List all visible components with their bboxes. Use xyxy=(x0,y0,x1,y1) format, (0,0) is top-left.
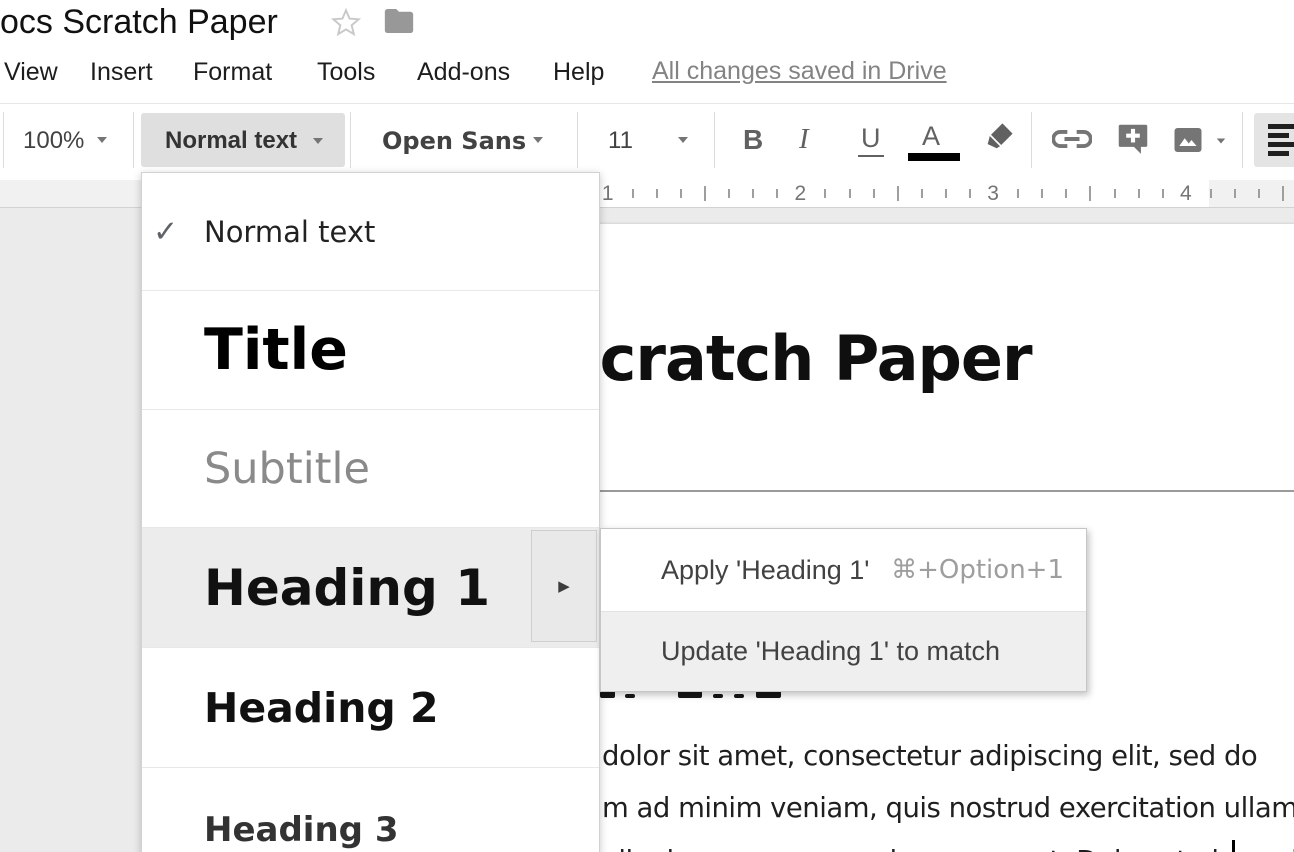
header: ocs Scratch Paper View Insert Format Too… xyxy=(0,0,1294,180)
italic-button[interactable]: I xyxy=(799,123,809,156)
update-heading1-label: Update 'Heading 1' to match xyxy=(661,636,1000,667)
document-title-field[interactable]: ocs Scratch Paper xyxy=(0,3,278,42)
menu-tools[interactable]: Tools xyxy=(317,58,375,87)
body-text-line[interactable]: aliquip ex ea commodo consequat. Duis au… xyxy=(602,845,1294,852)
styles-select-value: Normal text xyxy=(165,127,297,155)
align-left-icon xyxy=(1268,124,1294,156)
submenu-arrow-icon: ▶ xyxy=(558,577,570,595)
apply-heading1-item[interactable]: Apply 'Heading 1' ⌘+Option+1 xyxy=(601,529,1086,612)
insert-image-icon[interactable] xyxy=(1170,122,1206,163)
styles-dropdown-menu: ✓ Normal text Title Subtitle Heading 1 ▶… xyxy=(141,172,600,852)
text-cursor xyxy=(1232,840,1235,852)
toolbar-separator xyxy=(714,112,715,168)
underline-button[interactable]: U xyxy=(858,123,884,157)
styles-select[interactable]: Normal text xyxy=(141,113,345,167)
dropdown-arrow-icon[interactable] xyxy=(1217,138,1226,143)
toolbar-separator xyxy=(1031,112,1032,168)
heading1-submenu-button[interactable]: ▶ xyxy=(531,530,597,642)
toolbar-separator xyxy=(1242,112,1243,168)
insert-comment-icon[interactable] xyxy=(1114,120,1152,163)
zoom-select[interactable]: 100% xyxy=(23,127,84,155)
heading1-submenu: Apply 'Heading 1' ⌘+Option+1 Update 'Hea… xyxy=(600,528,1087,692)
body-text-line[interactable]: dolor sit amet, consectetur adipiscing e… xyxy=(602,740,1257,772)
google-docs-window: ocs Scratch Paper View Insert Format Too… xyxy=(0,0,1294,852)
toolbar-separator xyxy=(577,112,578,168)
style-item-heading2[interactable]: Heading 2 xyxy=(142,648,599,768)
style-item-title[interactable]: Title xyxy=(142,291,599,410)
folder-icon[interactable] xyxy=(382,6,416,41)
dropdown-arrow-icon xyxy=(313,138,323,144)
save-status[interactable]: All changes saved in Drive xyxy=(652,57,947,86)
dropdown-arrow-icon[interactable] xyxy=(678,137,688,143)
toolbar-separator xyxy=(350,112,351,168)
align-button[interactable] xyxy=(1254,113,1294,167)
document-heading-title[interactable]: Scratch Paper xyxy=(556,322,1032,395)
style-item-heading3[interactable]: Heading 3 xyxy=(142,768,599,852)
menu-help[interactable]: Help xyxy=(553,58,604,87)
body-text-line[interactable]: m ad minim veniam, quis nostrud exercita… xyxy=(602,792,1294,824)
style-item-heading1[interactable]: Heading 1 ▶ xyxy=(142,528,599,648)
menu-addons[interactable]: Add-ons xyxy=(417,58,510,87)
shortcut-label: ⌘+Option+1 xyxy=(891,555,1064,585)
update-heading1-item[interactable]: Update 'Heading 1' to match xyxy=(601,612,1086,691)
dropdown-arrow-icon[interactable] xyxy=(97,137,107,143)
dropdown-arrow-icon[interactable] xyxy=(533,137,543,143)
menu-insert[interactable]: Insert xyxy=(90,58,153,87)
menu-view[interactable]: View xyxy=(4,58,58,87)
text-color-swatch[interactable] xyxy=(908,153,960,161)
check-icon: ✓ xyxy=(153,214,178,249)
insert-link-icon[interactable] xyxy=(1052,124,1092,159)
style-item-subtitle[interactable]: Subtitle xyxy=(142,410,599,528)
font-size-select[interactable]: 11 xyxy=(608,127,633,155)
highlighter-icon[interactable] xyxy=(982,118,1018,159)
toolbar-divider xyxy=(0,103,1294,104)
apply-heading1-label: Apply 'Heading 1' xyxy=(661,555,869,586)
text-color-button[interactable]: A xyxy=(922,121,940,152)
toolbar-separator xyxy=(3,112,4,168)
style-item-normal-text[interactable]: ✓ Normal text xyxy=(142,173,599,291)
menu-format[interactable]: Format xyxy=(193,58,272,87)
star-icon[interactable] xyxy=(329,6,363,45)
bold-button[interactable]: B xyxy=(743,124,763,156)
font-select[interactable]: Open Sans xyxy=(382,127,526,155)
toolbar-separator xyxy=(133,112,134,168)
